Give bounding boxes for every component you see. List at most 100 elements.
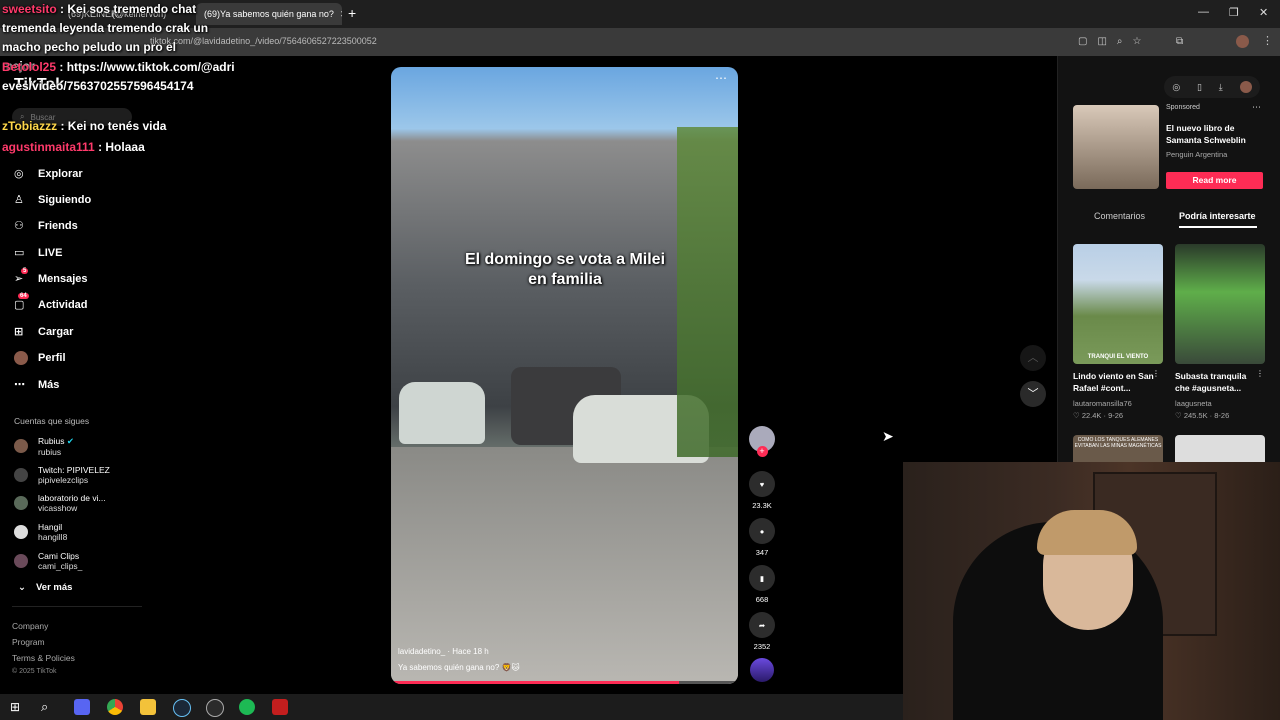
suggested-likes: 22.4K — [1081, 411, 1102, 420]
music-disc-icon[interactable] — [750, 658, 774, 682]
coin-icon[interactable]: ◎ — [1172, 82, 1180, 93]
browser-toolbar-icons[interactable]: ▢◫⌕☆ — [1078, 36, 1151, 47]
footer-link-company[interactable]: Company — [12, 621, 48, 631]
heart-icon: ♥ — [749, 471, 775, 497]
sponsored-label: Sponsored — [1166, 104, 1200, 111]
chat-message: agustinmaita111 : Holaaa — [2, 138, 145, 157]
suggested-video-title[interactable]: Subasta tranquila che #agusneta... — [1175, 370, 1261, 394]
restore-icon[interactable]: ❐ — [1229, 6, 1239, 19]
browser-profile-avatar[interactable] — [1236, 35, 1249, 48]
suggested-more-icon[interactable]: ⋮ — [1152, 369, 1160, 378]
user-avatar[interactable] — [1239, 81, 1252, 93]
chat-user: zTobiazzz — [2, 119, 58, 133]
chat-user: agustinmaita111 — [2, 140, 95, 154]
video-author[interactable]: lavidadetino_ — [398, 647, 445, 656]
nav-label: LIVE — [38, 247, 63, 259]
spotify-icon[interactable] — [239, 699, 255, 715]
suggested-video-title[interactable]: Lindo viento en San Rafael #cont... — [1073, 370, 1159, 394]
suggested-video-thumb[interactable]: TRANQUI EL VIENTO — [1073, 244, 1163, 364]
read-more-button[interactable]: Read more — [1166, 172, 1263, 189]
nav-item-explorar[interactable]: ◎ Explorar — [14, 164, 83, 184]
suggested-author[interactable]: lautaromansilla76 — [1073, 399, 1132, 408]
avatar — [14, 468, 28, 482]
browser-tab-active[interactable]: (69)Ya sabemos quién gana no? ✕ — [196, 3, 342, 25]
nav-label: Siguiendo — [38, 194, 92, 206]
close-tab-icon[interactable]: ✕ — [340, 9, 342, 20]
account-name: laboratorio de vi... — [38, 493, 106, 503]
steam-icon[interactable] — [173, 699, 191, 717]
like-button[interactable]: ♥ 23.3K — [748, 471, 776, 510]
nav-item-siguiendo[interactable]: ♙ Siguiendo — [14, 190, 91, 210]
suggested-video-thumb[interactable] — [1175, 244, 1265, 364]
follow-plus-icon[interactable]: + — [756, 446, 768, 457]
suggested-stats: ♡ 245.5K · 8-26 — [1175, 411, 1230, 420]
nav-item-cargar[interactable]: ⊞ Cargar — [14, 322, 73, 342]
nav-item-friends[interactable]: ⚇ Friends — [14, 216, 78, 236]
chat-text: : Kei no tenés vida — [60, 119, 167, 133]
heart-outline-icon: ♡ — [1175, 411, 1184, 420]
account-handle: pipivelezclips — [38, 475, 89, 485]
previous-video-button[interactable]: ︿ — [1020, 345, 1046, 371]
download-icon[interactable]: ⤓ — [1219, 82, 1223, 93]
thumb-text: COMO LOS TANQUES ALEMANES EVITABAN LAS M… — [1074, 437, 1162, 449]
top-right-actions: ◎ ▯ ⤓ — [1164, 76, 1260, 98]
suggested-more-icon[interactable]: ⋮ — [1256, 369, 1264, 378]
comment-button[interactable]: ● 347 — [748, 518, 776, 557]
tab-podria-interesarte[interactable]: Podría interesarte — [1179, 211, 1256, 221]
suggested-video-thumb[interactable]: COMO LOS TANQUES ALEMANES EVITABAN LAS M… — [1073, 435, 1163, 463]
creator-avatar-button[interactable]: + — [748, 426, 776, 457]
streaming-app-icon[interactable] — [272, 699, 288, 715]
footer-link-terms[interactable]: Terms & Policies — [12, 653, 75, 663]
suggested-video-thumb[interactable] — [1175, 435, 1265, 463]
video-player[interactable]: ⋯ — [391, 67, 738, 684]
new-tab-icon[interactable]: + — [348, 5, 356, 21]
windows-start-icon[interactable]: ⊞ — [10, 700, 20, 714]
video-author-line: lavidadetino_ · Hace 18 h — [398, 647, 489, 656]
share-button[interactable]: ➦ 2352 — [748, 612, 776, 651]
extensions-icon[interactable]: ⧉ — [1176, 36, 1183, 47]
taskbar-search-icon[interactable]: ⌕ — [41, 699, 48, 715]
following-icon: ♙ — [14, 194, 24, 206]
ad-more-icon[interactable]: ⋯ — [1252, 102, 1261, 113]
footer-link-program[interactable]: Program — [12, 637, 45, 647]
file-explorer-icon[interactable] — [140, 699, 156, 715]
video-more-icon[interactable]: ⋯ — [715, 71, 727, 85]
nav-item-perfil[interactable]: Perfil — [14, 348, 66, 368]
nav-item-live[interactable]: ▭ LIVE — [14, 243, 62, 263]
video-time: · Hace 18 h — [447, 647, 489, 656]
phone-icon[interactable]: ▯ — [1197, 82, 1202, 93]
next-video-button[interactable]: ﹀ — [1020, 381, 1046, 407]
avatar — [14, 496, 28, 510]
nav-item-mas[interactable]: ⋯ Más — [14, 375, 59, 395]
minimize-icon[interactable]: — — [1198, 6, 1209, 18]
following-account[interactable]: laboratorio de vi... vicasshow — [14, 491, 106, 515]
account-name: Hangil — [38, 522, 63, 532]
browser-menu-icon[interactable]: ⋮ — [1262, 34, 1273, 47]
following-account[interactable]: Rubius ✔ rubius — [14, 434, 74, 458]
save-button[interactable]: ▮ 668 — [748, 565, 776, 604]
suggested-author[interactable]: laagusneta — [1175, 399, 1212, 408]
nav-item-actividad[interactable]: ▢ 64 Actividad — [14, 293, 88, 315]
following-account[interactable]: Cami Clips cami_clips_ — [14, 549, 82, 573]
account-handle: hangill8 — [38, 532, 68, 542]
ad-thumbnail[interactable] — [1073, 105, 1159, 189]
discord-icon[interactable] — [74, 699, 90, 715]
bookmark-icon: ▮ — [749, 565, 775, 591]
following-account[interactable]: Hangil hangill8 — [14, 520, 67, 544]
video-progress-track[interactable] — [391, 681, 738, 684]
windows-taskbar — [0, 694, 903, 720]
profile-icon — [14, 351, 28, 365]
see-more-label: Ver más — [35, 582, 73, 593]
see-more-button[interactable]: ⌄ Ver más — [18, 582, 72, 593]
tab-comentarios[interactable]: Comentarios — [1094, 211, 1145, 221]
like-count: 23.3K — [752, 501, 772, 510]
close-window-icon[interactable]: ✕ — [1259, 6, 1268, 19]
compass-icon: ◎ — [14, 168, 24, 180]
more-icon: ⋯ — [14, 379, 25, 391]
following-account[interactable]: Twitch: PIPIVELEZ pipivelezclips — [14, 463, 110, 487]
ad-title[interactable]: El nuevo libro de Samanta Schweblin — [1166, 122, 1262, 146]
nav-label: Actividad — [38, 299, 88, 311]
obs-icon[interactable] — [206, 699, 224, 717]
nav-item-mensajes[interactable]: ➢ 5 Mensajes — [14, 268, 88, 289]
chrome-icon[interactable] — [107, 699, 123, 715]
